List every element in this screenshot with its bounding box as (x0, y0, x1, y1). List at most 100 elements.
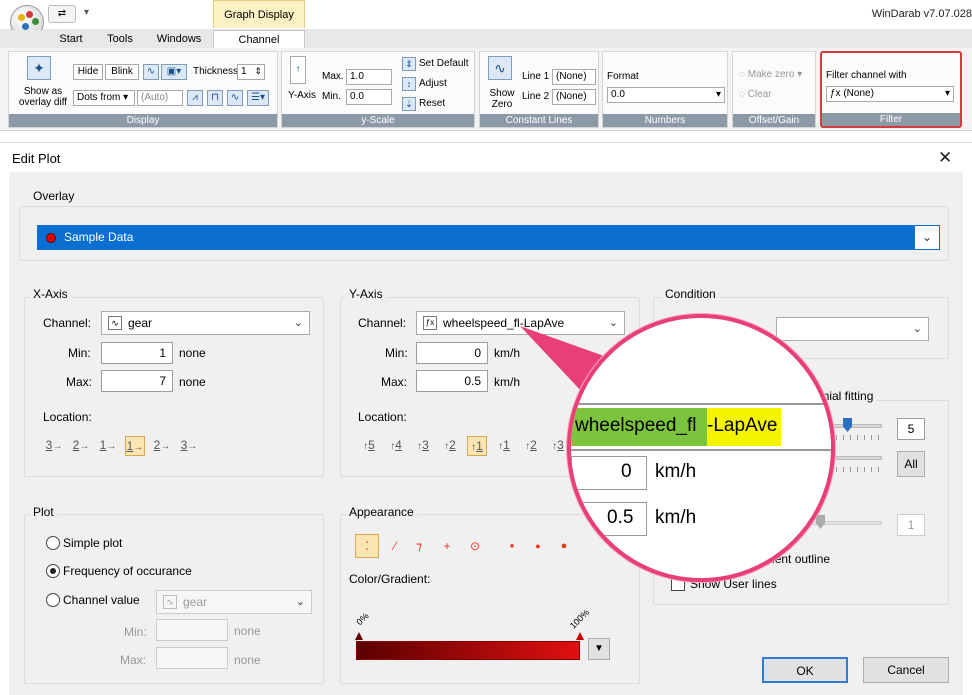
yaxis-location-3[interactable]: ↑2 (440, 436, 460, 456)
color-picker-icon[interactable]: ▣▾ (161, 64, 187, 80)
title-bar (0, 0, 972, 30)
xaxis-channel-value: gear (128, 316, 153, 330)
yaxis-location-2[interactable]: ↑3 (413, 436, 433, 456)
magnified-max-value: 0.5 (607, 507, 634, 528)
xaxis-location-0[interactable]: 3→ (44, 436, 64, 456)
show-zero-button[interactable]: Show Zero (486, 88, 518, 110)
thickness-stepper[interactable]: 1 ⇕ (237, 64, 265, 80)
simple-plot-radio[interactable] (46, 536, 60, 550)
yaxis-location-4[interactable]: ↑1 (467, 436, 487, 456)
yaxis-max-unit: km/h (494, 375, 521, 389)
yaxis-location-0[interactable]: ↑5 (359, 436, 379, 456)
yaxis-location-1[interactable]: ↑4 (386, 436, 406, 456)
partial-value[interactable]: 1 (897, 514, 925, 536)
yaxis-location-5[interactable]: ↑1 (494, 436, 514, 456)
format-dropdown[interactable]: 0.0 ▾ (607, 87, 725, 103)
xaxis-location-3[interactable]: 1→ (125, 436, 145, 456)
yaxis-location-7[interactable]: ↑3 (548, 436, 568, 456)
marker-circle-icon[interactable]: ⊙ (466, 537, 484, 555)
chevron-down-icon: ▾ (715, 89, 721, 100)
marker-size-2-icon[interactable]: ● (531, 537, 545, 555)
frequency-radio[interactable] (46, 564, 60, 578)
xaxis-min-input[interactable]: 1 (101, 342, 173, 364)
reset-button[interactable]: Reset (419, 98, 445, 109)
overlay-dropdown[interactable]: Sample Data ⌄ (37, 225, 940, 250)
hide-button[interactable]: Hide (73, 64, 103, 80)
line1-input[interactable]: (None) (552, 69, 596, 85)
all-button[interactable]: All (897, 451, 925, 477)
plot-style-3-icon[interactable]: ∿ (227, 90, 243, 106)
yscale-group: ↑ Y-Axis Max. 1.0 Min. 0.0 ⇕ Set Default… (281, 51, 475, 128)
quick-access-icon[interactable]: ⇄ (48, 5, 76, 23)
filter-dropdown[interactable]: ƒx (None) ▾ (826, 86, 954, 102)
chevron-down-icon: ⌄ (912, 323, 922, 335)
overlay-diff-button[interactable]: Show as overlay diff (13, 86, 73, 108)
xaxis-min-label: Min: (68, 346, 91, 360)
filter-icon: ƒx (830, 88, 844, 99)
adjust-button[interactable]: Adjust (419, 78, 447, 89)
xaxis-location-1[interactable]: 2→ (71, 436, 91, 456)
y-axis-button[interactable]: Y-Axis (288, 90, 316, 101)
close-icon[interactable]: ✕ (938, 148, 952, 168)
chevron-down-icon: ⌄ (293, 317, 303, 329)
gradient-start-handle[interactable] (355, 632, 363, 640)
numbers-group-label: Numbers (603, 114, 727, 127)
dots-from-dropdown[interactable]: Dots from ▾ (73, 90, 135, 106)
xaxis-location-5[interactable]: 3→ (179, 436, 199, 456)
tab-start[interactable]: Start (46, 30, 96, 48)
dots-from-label: Dots from (77, 92, 121, 103)
marker-size-1-icon[interactable]: ● (505, 537, 519, 555)
clear-label: Clear (747, 89, 772, 100)
dots-from-value[interactable]: (Auto) (137, 90, 183, 106)
ok-button[interactable]: OK (762, 657, 848, 683)
tab-channel[interactable]: Channel (213, 30, 305, 49)
clear-button[interactable]: ◌ Clear (739, 89, 772, 100)
xaxis-channel-dropdown[interactable]: ∿ gear ⌄ (101, 311, 310, 335)
yaxis-location-label: 1 (503, 438, 510, 452)
color-gradient-bar[interactable] (356, 641, 580, 660)
offset-gain-group-label: Offset/Gain (733, 114, 815, 127)
marker-line-icon[interactable]: ⁄ (386, 537, 404, 555)
yaxis-channel-label: Channel: (358, 316, 407, 330)
degree-value[interactable]: 5 (897, 418, 925, 440)
plot-style-1-icon[interactable]: ⩘ (187, 90, 203, 106)
yaxis-max-input[interactable]: 0.5 (416, 370, 488, 392)
channel-value-radio[interactable] (46, 593, 60, 607)
app-title: WinDarab v7.07.028 (871, 8, 972, 20)
marker-dots-icon[interactable]: ⁚ (355, 534, 379, 558)
xaxis-min-unit: none (179, 346, 206, 360)
plot-channel-dropdown[interactable]: ∿ gear ⌄ (156, 590, 312, 614)
y-max-input[interactable]: 1.0 (346, 69, 392, 85)
yaxis-location-label: 3 (422, 438, 429, 452)
yaxis-location-label: 3 (557, 438, 564, 452)
format-value: 0.0 (611, 89, 625, 100)
tab-tools[interactable]: Tools (96, 30, 144, 48)
set-default-button[interactable]: Set Default (419, 58, 468, 69)
gradient-end-handle[interactable] (576, 632, 584, 640)
plot-max-input[interactable] (156, 647, 228, 669)
line2-input[interactable]: (None) (552, 89, 596, 105)
quick-access-dropdown-icon[interactable]: ▾ (84, 7, 89, 18)
cancel-button[interactable]: Cancel (863, 657, 949, 683)
xaxis-location-2[interactable]: 1→ (98, 436, 118, 456)
tab-windows[interactable]: Windows (144, 30, 214, 48)
yaxis-location-6[interactable]: ↑2 (521, 436, 541, 456)
xaxis-location-4[interactable]: 2→ (152, 436, 172, 456)
yaxis-min-input[interactable]: 0 (416, 342, 488, 364)
condition-dropdown[interactable]: ⌄ (776, 317, 929, 341)
y-max-label: Max. (322, 71, 344, 82)
line-style-icon[interactable]: ∿ (143, 64, 159, 80)
gradient-dropdown-button[interactable]: ▼ (588, 638, 610, 660)
marker-size-3-icon[interactable]: ● (557, 537, 571, 555)
marker-cross-icon[interactable]: + (438, 537, 456, 555)
plot-style-2-icon[interactable]: ⊓ (207, 90, 223, 106)
blink-button[interactable]: Blink (105, 64, 139, 80)
grid-style-icon[interactable]: ☰▾ (247, 90, 269, 106)
y-min-input[interactable]: 0.0 (346, 89, 392, 105)
marker-line-dot-icon[interactable]: ⁊ (410, 537, 428, 555)
plot-min-input[interactable] (156, 619, 228, 641)
make-zero-button[interactable]: ◌ Make zero ▾ (739, 69, 802, 80)
filter-group-label: Filter (822, 113, 960, 126)
context-tab-graph-display: Graph Display (213, 0, 305, 28)
xaxis-max-input[interactable]: 7 (101, 370, 173, 392)
